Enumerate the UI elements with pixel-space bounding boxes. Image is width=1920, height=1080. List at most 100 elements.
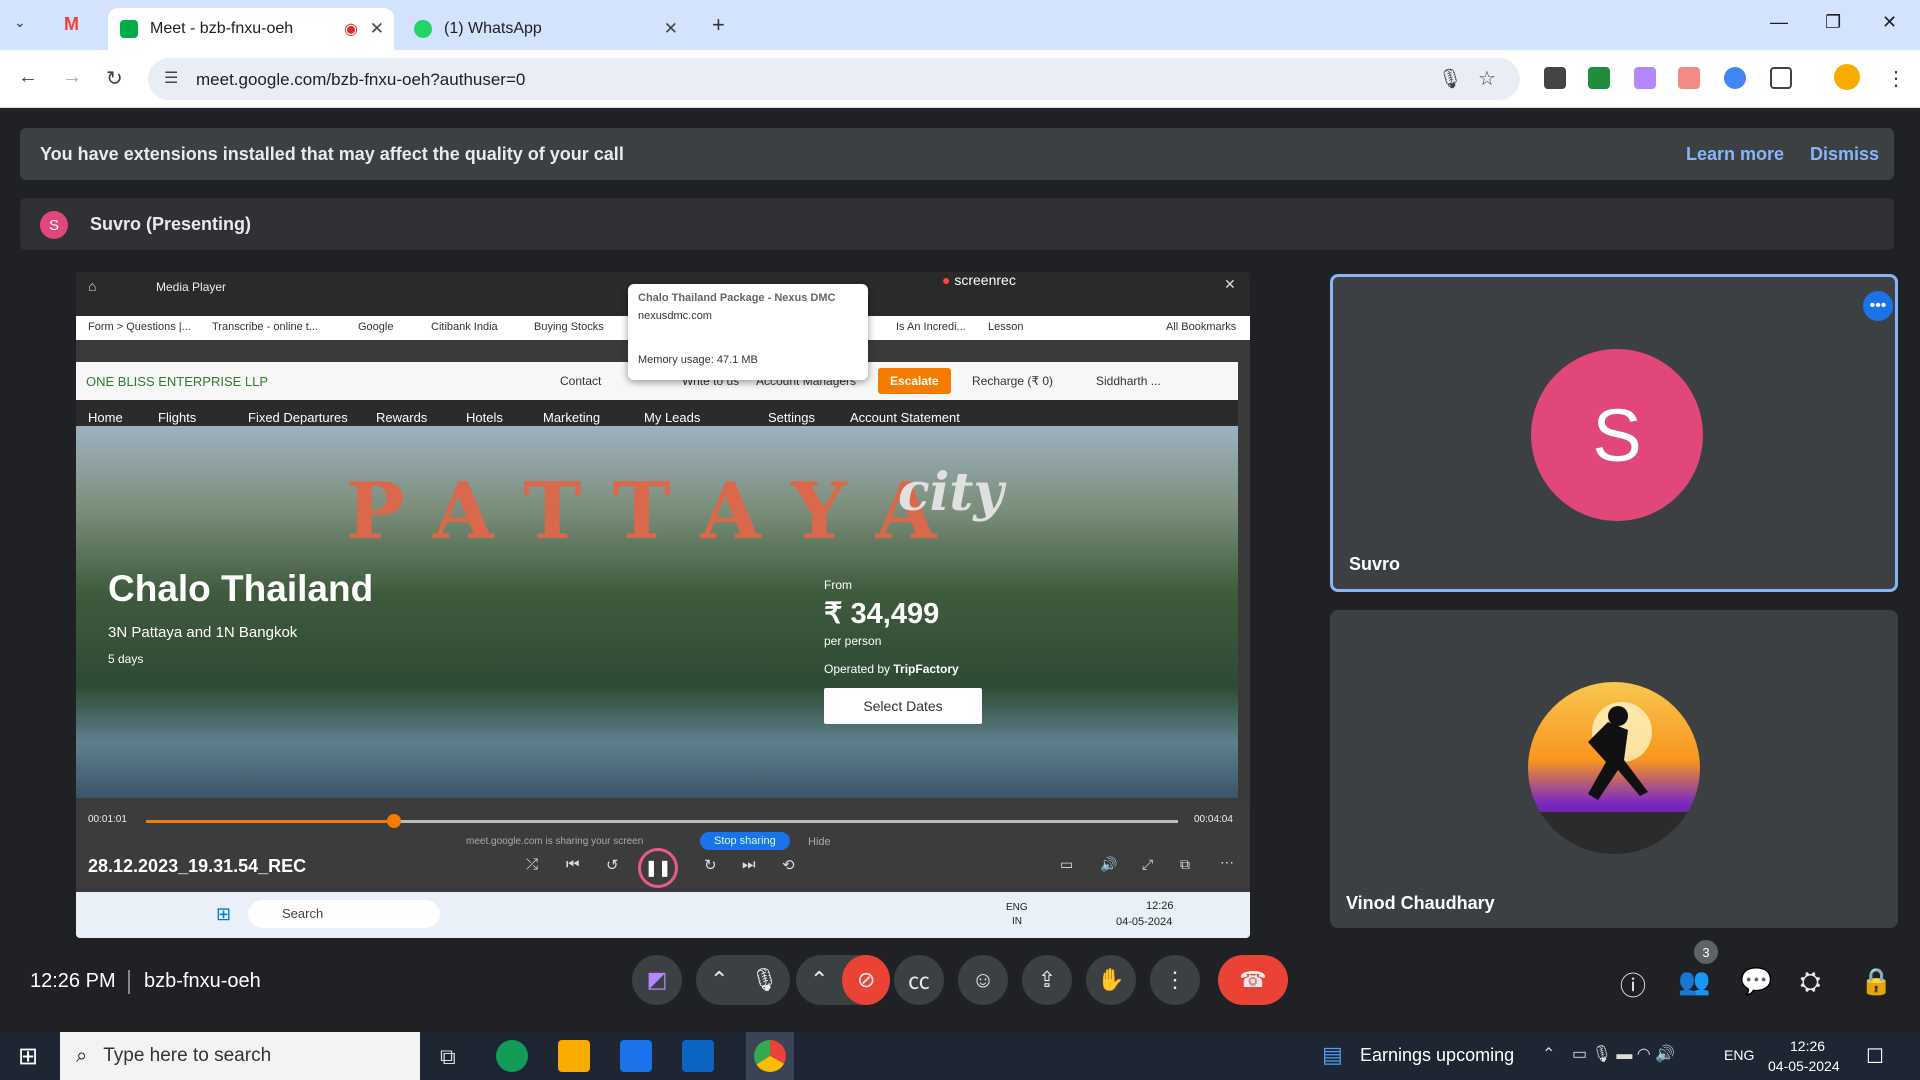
sharing-notice: meet.google.com is sharing your screen (466, 836, 644, 847)
extension-control-button[interactable]: ◩ (632, 955, 682, 1005)
camera-off-icon: ⊘ (842, 955, 890, 1005)
host-controls-icon[interactable]: 🔒 (1860, 966, 1892, 997)
participant-tile-suvro[interactable]: ••• S Suvro (1330, 274, 1898, 592)
repeat-icon: ⟲ (782, 857, 795, 874)
meet-favicon-icon (120, 20, 138, 38)
nav-item: Rewards (376, 410, 428, 425)
extension-meter-icon[interactable] (1588, 67, 1610, 89)
microphone-icon[interactable]: 🎙 (1438, 67, 1462, 91)
restore-icon[interactable]: ❐ (1825, 12, 1841, 33)
site-info-icon[interactable]: ☰ (164, 68, 178, 88)
tile-more-options-icon[interactable]: ••• (1863, 291, 1893, 321)
bookmark-item: Transcribe - online t... (212, 321, 318, 333)
url-text[interactable]: meet.google.com/bzb-fnxu-oeh?authuser=0 (196, 70, 525, 90)
shared-region: IN (1012, 916, 1022, 927)
present-button[interactable]: ⇪ (1022, 955, 1072, 1005)
search-icon: ⌕ (76, 1044, 88, 1067)
raise-hand-button[interactable]: ✋ (1086, 955, 1136, 1005)
tab-meet[interactable]: Meet - bzb-fnxu-oeh ◉ ✕ (108, 8, 394, 50)
browser-menu-icon[interactable]: ⋮ (1886, 66, 1906, 91)
extension-s-icon[interactable] (1544, 67, 1566, 89)
taskbar-search[interactable]: ⌕ Type here to search (60, 1032, 420, 1080)
chevron-up-icon[interactable]: ⌃ (1542, 1044, 1555, 1064)
leave-call-button[interactable]: ☎ (1218, 955, 1288, 1005)
news-icon[interactable]: ▤ (1322, 1042, 1343, 1068)
bookmark-star-icon[interactable]: ☆ (1478, 66, 1496, 91)
store-icon[interactable] (620, 1040, 652, 1072)
previous-icon: ⏮ (566, 856, 580, 873)
minimize-icon[interactable]: — (1770, 12, 1788, 33)
hide-button: Hide (808, 836, 831, 848)
tray-icons[interactable]: ▭ 🎙 ▬ ◠ 🔊 (1572, 1044, 1675, 1064)
search-placeholder[interactable]: Type here to search (103, 1045, 271, 1067)
clock-time[interactable]: 12:26 (1790, 1038, 1825, 1054)
banner-text: You have extensions installed that may a… (40, 144, 624, 164)
extensions-puzzle-icon[interactable] (1770, 67, 1792, 89)
nav-item: Hotels (466, 410, 503, 425)
chevron-up-icon: ⌃ (710, 967, 729, 992)
pause-icon: ❚❚ (638, 848, 678, 888)
recording-icon: ◉ (344, 21, 358, 38)
close-tab-icon[interactable]: ✕ (664, 19, 678, 39)
shared-clock-date: 04-05-2024 (1116, 916, 1173, 928)
home-icon: ⌂ (88, 278, 97, 294)
learn-more-link[interactable]: Learn more (1686, 144, 1784, 165)
tab-whatsapp[interactable]: (1) WhatsApp ✕ (402, 8, 688, 50)
news-text[interactable]: Earnings upcoming (1360, 1045, 1514, 1066)
profile-avatar[interactable] (1834, 64, 1860, 90)
participant-tile-vinod[interactable]: Vinod Chaudhary (1330, 610, 1898, 928)
meet-stage: You have extensions installed that may a… (0, 108, 1920, 1032)
browser-tab-strip: ⌄ M Meet - bzb-fnxu-oeh ◉ ✕ (1) WhatsApp… (0, 0, 1920, 50)
dismiss-button[interactable]: Dismiss (1810, 144, 1879, 165)
reload-icon[interactable]: ↻ (106, 66, 123, 91)
media-player-controls: 00:01:01 00:04:04 28.12.2023_19.31.54_RE… (76, 802, 1250, 888)
close-tab-icon[interactable]: ✕ (370, 19, 384, 39)
reactions-button[interactable]: ☺ (958, 955, 1008, 1005)
time-elapsed: 00:01:01 (88, 814, 127, 825)
address-bar[interactable]: ☰ meet.google.com/bzb-fnxu-oeh?authuser=… (148, 58, 1520, 100)
martial-arts-figure-icon (1528, 702, 1700, 854)
activities-icon[interactable]: ⛭ (1800, 966, 1821, 998)
meeting-time: 12:26 PM (30, 970, 116, 992)
edge-icon[interactable] (496, 1040, 528, 1072)
language-indicator[interactable]: ENG (1724, 1047, 1754, 1063)
extension-rec-icon[interactable] (1678, 67, 1700, 89)
rewind-10-icon: ↺ (606, 857, 619, 874)
tab-search-chevron-icon[interactable]: ⌄ (14, 14, 26, 31)
microphone-button[interactable]: ⌃ 🎙 (696, 955, 790, 1005)
header-link: Contact (560, 374, 602, 388)
extension-globe-icon[interactable] (1724, 67, 1746, 89)
seek-fill (146, 820, 394, 823)
bookmark-item: Lesson (988, 321, 1024, 333)
task-view-icon[interactable]: ⧉ (440, 1044, 456, 1070)
operated-prefix: Operated by (824, 662, 894, 676)
new-tab-button[interactable]: + (712, 12, 725, 38)
bookmark-item: Form > Questions |... (88, 321, 191, 333)
forward-icon[interactable]: → (62, 66, 82, 89)
windows-start-icon[interactable]: ⊞ (18, 1042, 38, 1071)
file-explorer-icon[interactable] (558, 1040, 590, 1072)
back-icon[interactable]: ← (18, 66, 38, 89)
select-dates-button: Select Dates (824, 688, 982, 724)
people-icon[interactable]: 👥 (1678, 966, 1710, 997)
chrome-taskbar-icon[interactable] (746, 1032, 794, 1080)
camera-button[interactable]: ⌃ ⊘ (796, 955, 890, 1005)
clock-date[interactable]: 04-05-2024 (1768, 1058, 1840, 1074)
media-player-label: Media Player (156, 280, 227, 294)
emoji-icon: ☺ (971, 967, 995, 992)
more-options-button[interactable]: ⋮ (1150, 955, 1200, 1005)
captions-button[interactable]: ㏄ (894, 955, 944, 1005)
notifications-icon[interactable]: ☐ (1866, 1044, 1884, 1069)
chat-icon[interactable]: 💬 (1740, 966, 1772, 997)
close-window-icon[interactable]: ✕ (1882, 12, 1897, 33)
company-name: ONE BLISS ENTERPRISE LLP (86, 374, 269, 389)
shared-screen[interactable]: ⌂ Media Player ● screenrec ✕ Chalo Thail… (76, 272, 1250, 938)
tab-label: Meet - bzb-fnxu-oeh (150, 20, 294, 37)
gmail-pinned-tab-icon[interactable]: M (64, 14, 79, 35)
mail-icon[interactable] (682, 1040, 714, 1072)
operator-name: TripFactory (893, 662, 959, 676)
extension-pen-icon[interactable] (1634, 67, 1656, 89)
meeting-info-icon[interactable]: ⓘ (1620, 966, 1646, 1003)
present-screen-icon: ⇪ (1037, 967, 1057, 992)
nav-item: Home (88, 410, 123, 425)
